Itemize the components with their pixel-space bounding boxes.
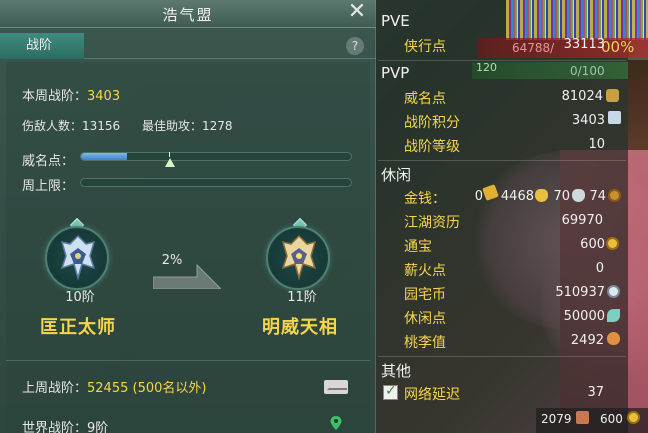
bottom-left-value: 2079 xyxy=(541,412,572,426)
arrow-right-icon xyxy=(153,263,221,289)
current-rank-level: 10阶 xyxy=(65,290,95,305)
divider xyxy=(378,160,626,161)
leaf-icon xyxy=(607,309,620,322)
current-rank-emblem xyxy=(45,226,109,290)
section-other: 其他 xyxy=(381,362,412,380)
stat-value-jianghu: 69970 xyxy=(561,213,603,228)
week-rank-label: 本周战阶： xyxy=(22,89,88,104)
last-week-label: 上周战阶： xyxy=(22,381,88,396)
location-pin-icon[interactable] xyxy=(330,416,342,430)
pillar-decoration xyxy=(628,60,648,150)
tongbao-coin-icon xyxy=(606,237,619,250)
glitch-strip xyxy=(506,0,648,40)
stat-label-tongbao: 通宝 xyxy=(404,239,432,255)
stat-label-yuanzhai: 园宅币 xyxy=(404,287,446,303)
kills-row: 伤敌人数：13156 xyxy=(22,117,120,134)
next-rank-level: 11阶 xyxy=(287,290,317,305)
help-icon[interactable]: ? xyxy=(346,37,364,55)
prestige-progress-fill xyxy=(81,153,127,160)
kills-label: 伤敌人数： xyxy=(22,119,83,133)
world-rank-label: 世界战阶： xyxy=(22,421,88,433)
stat-label-latency: 网络延迟 xyxy=(404,387,460,403)
stat-value-xinhuo: 0 xyxy=(595,261,604,276)
exp-percent: 00% xyxy=(601,38,635,56)
window-title: 浩气盟 xyxy=(162,6,214,24)
faction-panel: 浩气盟 ✕ 战阶 ? 本周战阶：3403 伤敌人数：13156 最佳助攻：127… xyxy=(0,0,376,433)
stamina-text: 0/100 xyxy=(570,64,605,78)
stat-label-prestige: 威名点 xyxy=(404,91,446,107)
divider xyxy=(6,360,370,361)
house-coin-icon xyxy=(607,285,620,298)
stat-value-prestige: 81024 xyxy=(561,89,603,104)
prestige-label: 威名点： xyxy=(22,154,75,169)
stat-value-xiaxing: 33113 xyxy=(563,37,605,52)
scroll-icon xyxy=(576,411,589,424)
window-title-bar: 浩气盟 ✕ xyxy=(0,0,376,28)
bottom-right-value: 600 xyxy=(600,412,623,426)
assist-label: 最佳助攻： xyxy=(142,119,203,133)
stat-value-tongbao: 600 xyxy=(580,237,605,252)
prestige-icon xyxy=(606,89,619,102)
assist-row: 最佳助攻：1278 xyxy=(142,117,233,134)
level-badge: 120 xyxy=(476,61,497,74)
section-leisure: 休闲 xyxy=(381,166,412,184)
stat-label-jianghu: 江湖资历 xyxy=(404,215,460,231)
next-rank-title: 明威天相 xyxy=(262,317,338,338)
stat-label-leisure-pts: 休闲点 xyxy=(404,311,446,327)
stat-label-xinhuo: 薪火点 xyxy=(404,263,446,279)
next-rank-emblem xyxy=(266,226,330,290)
last-week-row: 上周战阶：52455 (500名以外) xyxy=(22,377,206,396)
assist-value: 1278 xyxy=(202,119,233,133)
stat-value-leisure-pts: 50000 xyxy=(563,309,605,324)
prestige-marker-icon xyxy=(165,158,175,167)
divider xyxy=(378,356,626,357)
kills-value: 13156 xyxy=(82,119,121,133)
stat-value-yuanzhai: 510937 xyxy=(555,285,605,300)
prestige-marker-tick xyxy=(169,152,170,157)
stat-label-xiaxing: 侠行点 xyxy=(404,39,446,55)
current-rank-title: 匡正太师 xyxy=(40,317,116,338)
tab-strip: 战阶 ? xyxy=(0,33,376,59)
stat-value-rank-level: 10 xyxy=(588,137,605,152)
world-rank-value: 9阶 xyxy=(87,421,109,433)
close-icon[interactable]: ✕ xyxy=(346,1,368,23)
section-pvp: PVP xyxy=(381,64,410,82)
week-rank-value: 3403 xyxy=(87,89,121,104)
stat-value-rank-score: 3403 xyxy=(571,113,605,128)
coin-icon xyxy=(627,411,640,424)
stamina-bar xyxy=(472,62,648,79)
week-cap-progress-bar xyxy=(80,178,352,187)
copper-coin-icon xyxy=(608,189,621,202)
tab-battle-rank[interactable]: 战阶 xyxy=(0,33,84,59)
rank-score-icon xyxy=(608,111,621,124)
stat-label-rank-score: 战阶积分 xyxy=(404,115,460,131)
stat-value-latency: 37 xyxy=(587,385,604,400)
reward-chest-icon[interactable] xyxy=(324,380,348,394)
week-rank-row: 本周战阶：3403 xyxy=(22,85,120,104)
latency-checkbox[interactable] xyxy=(383,383,398,400)
stat-label-rank-level: 战阶等级 xyxy=(404,139,460,155)
gourd-icon xyxy=(607,332,620,345)
money-tong-value: 74 xyxy=(589,189,606,204)
section-pve: PVE xyxy=(381,12,410,30)
stat-label-taoli: 桃李值 xyxy=(404,335,446,351)
world-rank-row: 世界战阶：9阶 xyxy=(22,417,108,433)
divider xyxy=(378,60,626,61)
prestige-progress-bar xyxy=(80,152,352,161)
helmet-icon xyxy=(281,234,317,281)
helmet-icon xyxy=(60,234,96,281)
week-cap-label: 周上限： xyxy=(22,179,75,194)
stat-value-taoli: 2492 xyxy=(570,333,604,348)
last-week-value: 52455 (500名以外) xyxy=(87,381,207,396)
